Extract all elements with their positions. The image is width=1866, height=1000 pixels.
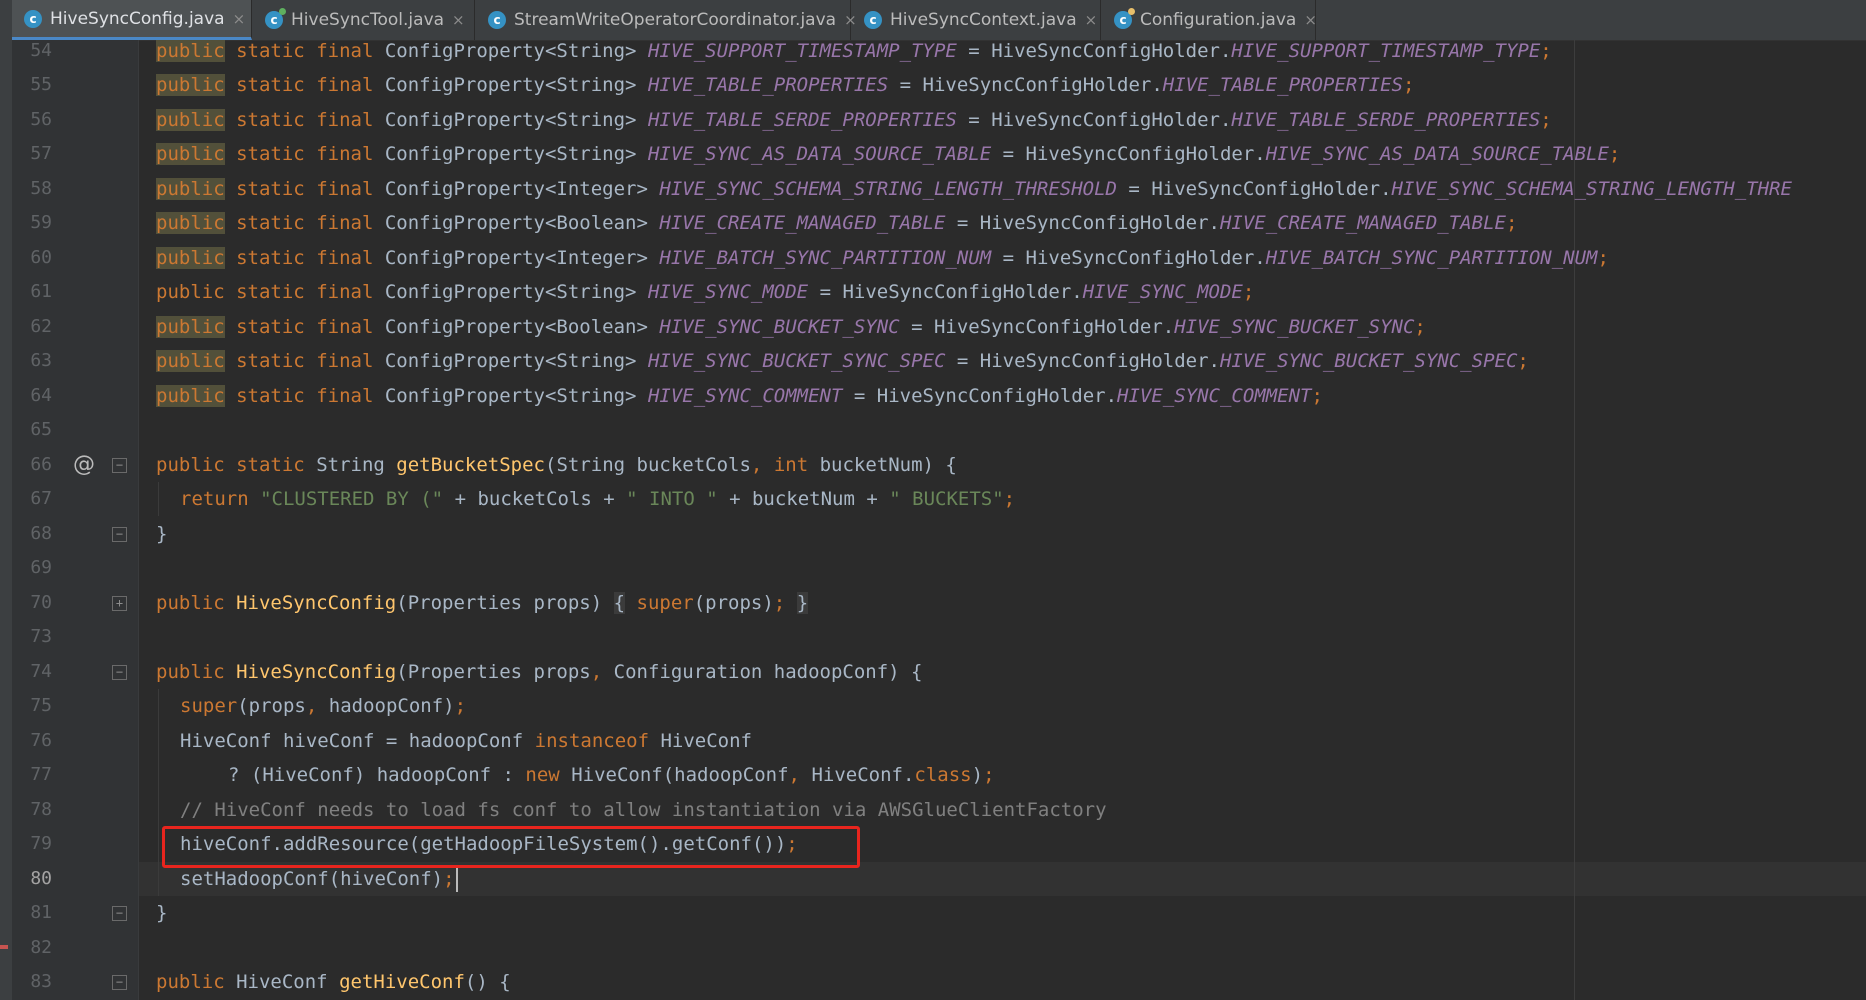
close-icon[interactable]: × (1304, 11, 1317, 29)
tab-label: HiveSyncContext.java (890, 10, 1077, 30)
tab-label: Configuration.java (1140, 10, 1297, 30)
line-number: 74 (30, 661, 52, 682)
fold-collapse-icon[interactable]: − (112, 975, 127, 990)
code-line-68[interactable]: } (156, 517, 167, 551)
fold-expand-icon[interactable]: + (112, 596, 127, 611)
error-stripe-mark (0, 945, 8, 949)
line-number-current: 80 (30, 868, 52, 889)
line-number: 66 (30, 454, 52, 475)
line-number: 58 (30, 178, 52, 199)
gutter-divider (138, 40, 139, 1000)
code-line-54[interactable]: public static final ConfigProperty<Strin… (156, 34, 1552, 68)
close-icon[interactable]: × (452, 11, 465, 29)
code-line-67[interactable]: return "CLUSTERED BY (" + bucketCols + "… (180, 482, 1015, 516)
line-number: 60 (30, 247, 52, 268)
java-class-icon: c (488, 11, 506, 29)
code-line-60[interactable]: public static final ConfigProperty<Integ… (156, 241, 1609, 275)
code-line-62[interactable]: public static final ConfigProperty<Boole… (156, 310, 1426, 344)
line-number: 65 (30, 419, 52, 440)
line-number: 77 (30, 764, 52, 785)
code-line-56[interactable]: public static final ConfigProperty<Strin… (156, 103, 1552, 137)
line-number: 55 (30, 74, 52, 95)
line-number: 62 (30, 316, 52, 337)
java-class-icon: c (864, 11, 882, 29)
indent-guide (158, 482, 159, 516)
line-number: 76 (30, 730, 52, 751)
line-number: 64 (30, 385, 52, 406)
line-number: 79 (30, 833, 52, 854)
tool-window-strip (0, 40, 12, 1000)
code-line-76[interactable]: HiveConf hiveConf = hadoopConf instanceo… (180, 724, 752, 758)
fold-collapse-icon[interactable]: − (112, 665, 127, 680)
fold-end-icon[interactable]: − (112, 906, 127, 921)
line-number: 63 (30, 350, 52, 371)
code-line-58[interactable]: public static final ConfigProperty<Integ… (156, 172, 1792, 206)
fold-collapse-icon[interactable]: − (112, 458, 127, 473)
code-line-66[interactable]: public static String getBucketSpec(Strin… (156, 448, 957, 482)
highlight-annotation-box (162, 826, 860, 868)
code-line-57[interactable]: public static final ConfigProperty<Strin… (156, 137, 1620, 171)
line-number: 82 (30, 937, 52, 958)
code-line-64[interactable]: public static final ConfigProperty<Strin… (156, 379, 1323, 413)
line-number: 57 (30, 143, 52, 164)
line-number: 78 (30, 799, 52, 820)
code-line-78-comment[interactable]: // HiveConf needs to load fs conf to all… (180, 793, 1107, 827)
java-class-runnable-icon: c (265, 8, 286, 29)
tab-label: HiveSyncTool.java (291, 10, 445, 30)
code-line-83[interactable]: public HiveConf getHiveConf() { (156, 965, 511, 999)
close-icon[interactable]: × (1085, 11, 1098, 29)
fold-end-icon[interactable]: − (112, 527, 127, 542)
code-line-81[interactable]: } (156, 896, 167, 930)
line-number: 56 (30, 109, 52, 130)
code-line-59[interactable]: public static final ConfigProperty<Boole… (156, 206, 1517, 240)
line-number: 75 (30, 695, 52, 716)
line-number: 81 (30, 902, 52, 923)
close-icon[interactable]: × (233, 10, 246, 28)
override-method-icon[interactable]: @ (73, 448, 95, 482)
java-class-icon: c (24, 9, 42, 28)
code-line-74[interactable]: public HiveSyncConfig(Properties props, … (156, 655, 922, 689)
line-number: 69 (30, 557, 52, 578)
line-number: 67 (30, 488, 52, 509)
tab-label: StreamWriteOperatorCoordinator.java (514, 10, 837, 30)
line-number: 59 (30, 212, 52, 233)
indent-guide (158, 689, 159, 896)
code-line-75[interactable]: super(props, hadoopConf); (180, 689, 466, 723)
line-number: 68 (30, 523, 52, 544)
code-line-61[interactable]: public static final ConfigProperty<Strin… (156, 275, 1254, 309)
line-number: 54 (30, 40, 52, 61)
code-line-55[interactable]: public static final ConfigProperty<Strin… (156, 68, 1414, 102)
text-caret (455, 867, 458, 892)
java-class-locked-icon: c (1114, 8, 1135, 29)
tab-label: HiveSyncConfig.java (50, 8, 225, 29)
code-line-63[interactable]: public static final ConfigProperty<Strin… (156, 344, 1529, 378)
line-number: 61 (30, 281, 52, 302)
code-line-77[interactable]: ? (HiveConf) hadoopConf : new HiveConf(h… (228, 758, 995, 792)
line-number: 73 (30, 626, 52, 647)
code-line-70[interactable]: public HiveSyncConfig(Properties props) … (156, 586, 809, 620)
line-number: 70 (30, 592, 52, 613)
line-number: 83 (30, 971, 52, 992)
